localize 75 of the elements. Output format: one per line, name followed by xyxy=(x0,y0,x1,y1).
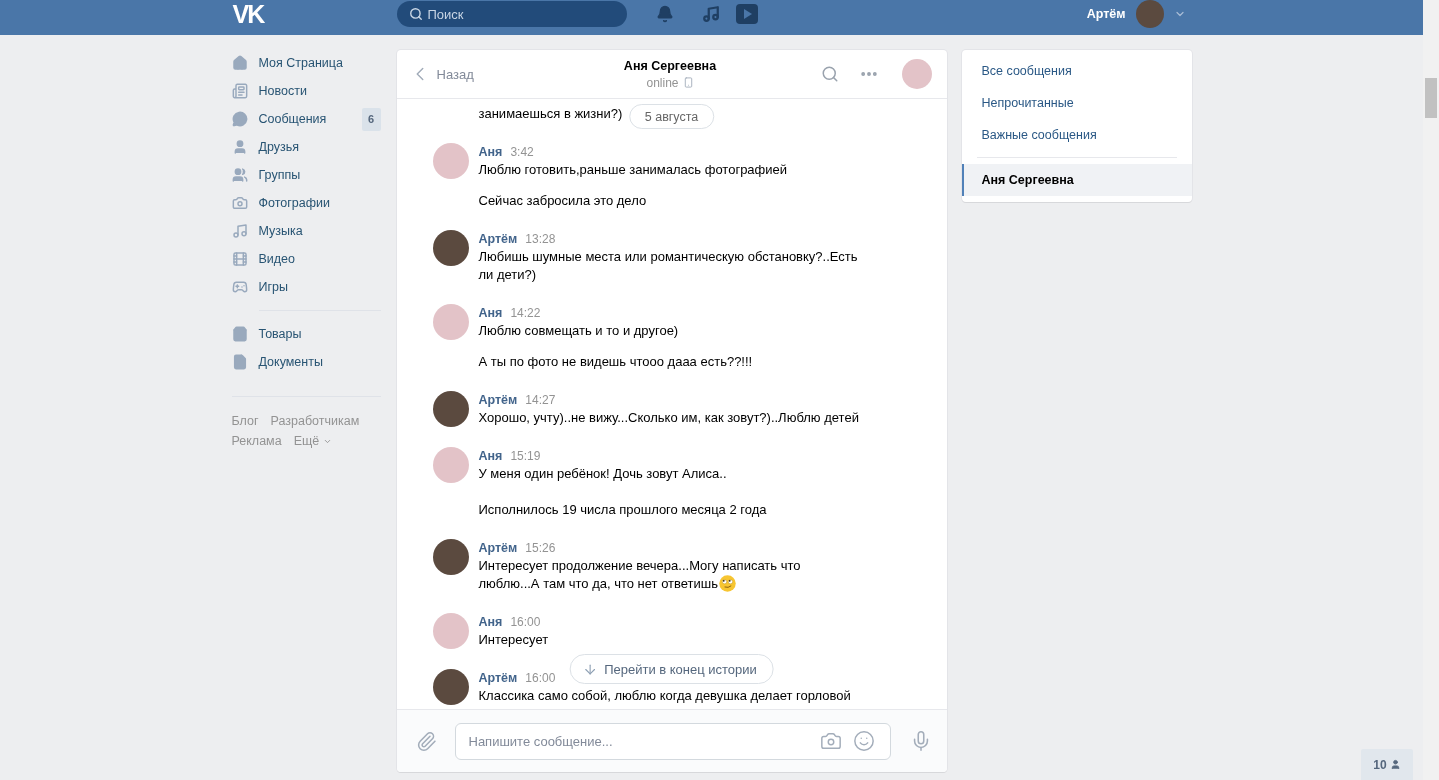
unread-count-badge: 6 xyxy=(361,107,381,131)
chat-bubble-icon xyxy=(231,111,248,127)
camera-icon xyxy=(231,195,248,211)
nav-item[interactable]: Друзья xyxy=(231,133,381,161)
search-icon xyxy=(408,7,423,21)
message-text: У меня один ребёнок! Дочь зовут Алиса.. Исполнилось 19 числа прошлого месяца 2 года xyxy=(478,466,767,517)
message-time: 16:00 xyxy=(510,614,541,631)
gamepad-icon xyxy=(231,279,248,295)
nav-item[interactable]: Сообщения 6 xyxy=(231,105,381,133)
back-button[interactable]: Назад xyxy=(408,63,474,85)
message-text: Люблю совмещать и то и другое) xyxy=(478,323,679,338)
author-name[interactable]: Аня xyxy=(478,613,503,631)
person-icon xyxy=(1389,759,1401,770)
online-friends-button[interactable]: 10 xyxy=(1361,749,1413,780)
message-text: Любишь шумные места или романтическую обстановку?..Есть ли дети?) xyxy=(478,249,859,282)
scrollbar-thumb[interactable] xyxy=(1425,78,1437,118)
date-label: 5 августа xyxy=(628,104,715,129)
message-time: 15:19 xyxy=(510,448,541,465)
avatar xyxy=(1135,0,1164,28)
author-name[interactable]: Артём xyxy=(478,391,518,409)
author-name[interactable]: Аня xyxy=(478,447,503,465)
nav-item[interactable]: Видео xyxy=(231,245,381,273)
nav-item[interactable]: Моя Страница xyxy=(231,49,381,77)
conversation-item[interactable]: Аня Сергеевна xyxy=(961,164,1192,196)
message-time: 13:28 xyxy=(525,231,556,248)
document-icon xyxy=(231,354,248,370)
message-text: Хорошо, учту)..не вижу...Сколько им, как зовут?)..Люблю детей xyxy=(478,410,859,425)
nav-item[interactable]: Музыка xyxy=(231,217,381,245)
home-icon xyxy=(231,55,248,71)
film-icon xyxy=(231,251,248,267)
nav-item[interactable]: Документы xyxy=(231,348,381,376)
nav-item[interactable]: Группы xyxy=(231,161,381,189)
message-text: Классика само собой, люблю когда девушка делает горловой xyxy=(478,688,851,703)
nav-item[interactable]: Товары xyxy=(231,320,381,348)
music-note-icon xyxy=(231,223,248,239)
jump-to-end-button[interactable]: Перейти в конец истории xyxy=(569,654,774,684)
music-note-icon[interactable] xyxy=(701,5,720,23)
filter-item[interactable]: Важные сообщения xyxy=(961,119,1192,151)
vk-logo[interactable]: VK xyxy=(232,1,264,27)
author-name[interactable]: Аня xyxy=(478,143,503,161)
author-name[interactable]: Аня xyxy=(478,304,503,322)
author-name[interactable]: Артём xyxy=(478,539,518,557)
bell-icon[interactable] xyxy=(655,5,674,23)
author-name[interactable]: Артём xyxy=(478,669,518,687)
play-icon[interactable] xyxy=(735,4,758,24)
message-time: 14:22 xyxy=(510,305,541,322)
message-text: Сейчас забросила это дело xyxy=(478,193,647,208)
message-text: люблю...А там что да, что нет ответишь xyxy=(478,576,719,591)
search-icon[interactable] xyxy=(820,65,839,83)
smile-icon[interactable] xyxy=(852,729,875,752)
message-text: занимаешься в жизни?) xyxy=(478,106,623,121)
nav-item[interactable]: Новости xyxy=(231,77,381,105)
user-name[interactable]: Артём xyxy=(1086,6,1126,22)
message-time: 3:42 xyxy=(510,144,534,161)
message-input[interactable]: Напишите сообщение... xyxy=(454,722,891,760)
newspaper-icon xyxy=(231,83,248,99)
message-text: Интересует xyxy=(478,632,549,647)
message-time: 15:26 xyxy=(525,540,556,557)
message-time: 16:00 xyxy=(525,670,556,687)
chat-title: Аня Сергеевна xyxy=(623,57,717,75)
avatar xyxy=(901,59,932,89)
nav-item[interactable]: Фотографии xyxy=(231,189,381,217)
status-text: online xyxy=(646,74,679,91)
message-text: Интересует продолжение вечера...Могу написать что xyxy=(478,558,801,573)
message-text: Люблю готовить,раньше занималась фотографией xyxy=(478,162,788,177)
search-field[interactable]: Поиск xyxy=(396,1,627,27)
shopping-bag-icon xyxy=(231,326,248,342)
message-time: 14:27 xyxy=(525,392,556,409)
people-icon xyxy=(231,167,248,183)
paperclip-icon[interactable] xyxy=(415,730,437,752)
filter-item[interactable]: Все сообщения xyxy=(961,55,1192,87)
filter-item[interactable]: Непрочитанные xyxy=(961,87,1192,119)
nav-item[interactable]: Игры xyxy=(231,273,381,301)
author-name[interactable]: Артём xyxy=(478,230,518,248)
message-text: А ты по фото не видешь чтооо дааа есть??!!! xyxy=(478,354,753,369)
